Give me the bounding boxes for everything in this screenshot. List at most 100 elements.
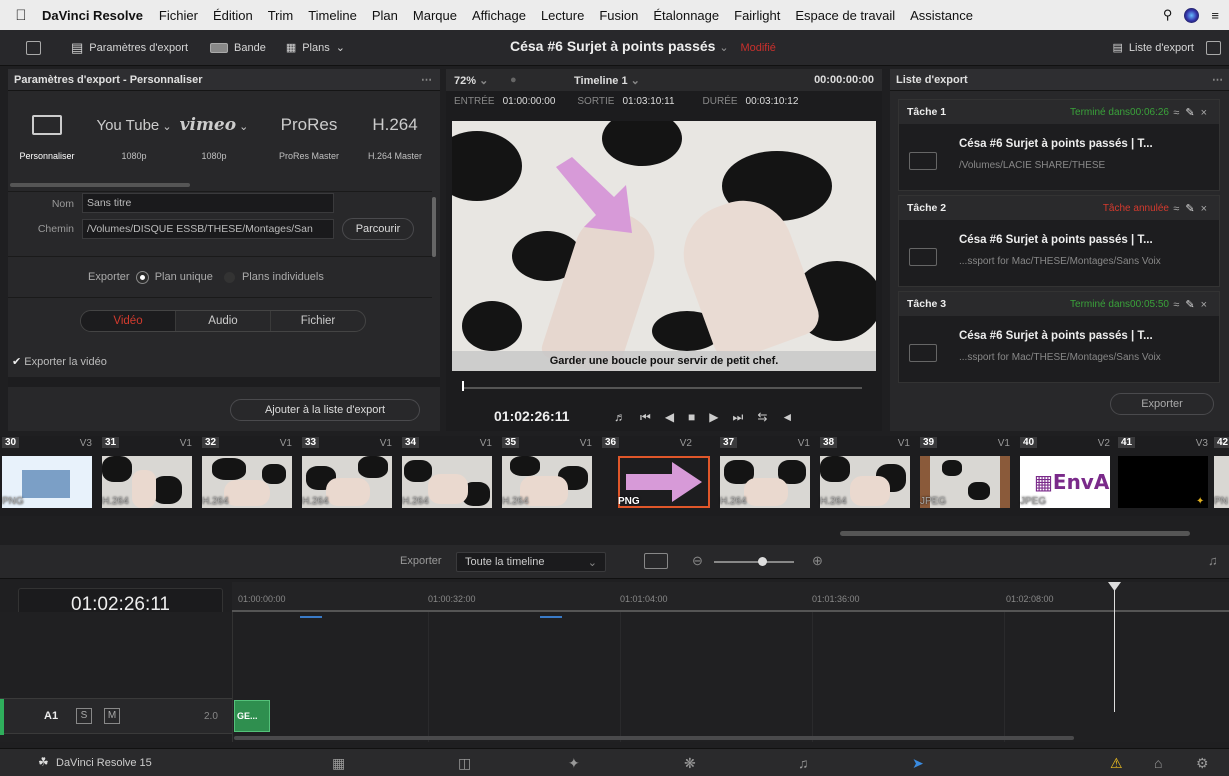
skip-end-icon[interactable]: ⏭	[733, 410, 744, 425]
menu-fairlight[interactable]: Fairlight	[734, 8, 780, 23]
siri-icon[interactable]	[1184, 7, 1200, 23]
settings-scrollbar[interactable]	[432, 197, 436, 257]
panel-toggle-right-icon[interactable]	[1206, 40, 1221, 55]
remote-icon[interactable]: ≈	[1173, 203, 1185, 215]
skip-start-icon[interactable]: ⏮	[640, 410, 651, 425]
play-icon[interactable]: ▶	[709, 410, 718, 425]
menu-etalonnage[interactable]: Étalonnage	[653, 8, 719, 23]
render-all-button[interactable]: Exporter	[1110, 393, 1214, 415]
thumbnail-view-icon[interactable]	[644, 553, 668, 569]
menu-timeline[interactable]: Timeline	[308, 8, 357, 23]
render-job[interactable]: Tâche 1 Terminé dans00:06:26 ≈✎× Césa #6…	[898, 99, 1220, 191]
clips-button[interactable]: ▦ Plans ⌄	[286, 41, 345, 55]
close-icon[interactable]: ×	[1201, 203, 1213, 215]
edit-pencil-icon[interactable]: ✎	[1185, 203, 1200, 215]
warning-icon[interactable]: ⚠	[1110, 755, 1123, 772]
menu-fichier[interactable]: Fichier	[159, 8, 198, 23]
clip-thumbnail[interactable]: 41 V3 ✦	[1116, 436, 1212, 516]
play-reverse-icon[interactable]: ◀	[665, 410, 674, 425]
app-menu[interactable]: DaVinci Resolve	[42, 8, 143, 23]
clip-thumbnail[interactable]: 42 PN	[1212, 436, 1229, 516]
menu-trim[interactable]: Trim	[268, 8, 294, 23]
apple-icon[interactable]: 	[0, 7, 42, 24]
zoom-select[interactable]: 72% ⌄	[454, 74, 488, 87]
render-job[interactable]: Tâche 2 Tâche annulée ≈✎× Césa #6 Surjet…	[898, 195, 1220, 287]
zoom-in-icon[interactable]: ⊕	[812, 553, 823, 569]
media-page-icon[interactable]: ▦	[332, 755, 345, 772]
gear-icon[interactable]: ⚙	[1196, 755, 1209, 772]
clip-thumbnail[interactable]: 37 V1 H.264	[718, 436, 814, 516]
fusion-page-icon[interactable]: ✦	[568, 755, 580, 772]
edit-pencil-icon[interactable]: ✎	[1185, 299, 1200, 311]
close-icon[interactable]: ×	[1201, 299, 1213, 311]
menu-espace-travail[interactable]: Espace de travail	[795, 8, 895, 23]
menu-affichage[interactable]: Affichage	[472, 8, 526, 23]
zoom-out-icon[interactable]: ⊖	[692, 553, 703, 569]
menu-fusion[interactable]: Fusion	[599, 8, 638, 23]
menu-plan[interactable]: Plan	[372, 8, 398, 23]
mute-button[interactable]: M	[104, 708, 120, 724]
deliver-page-icon[interactable]: ➤	[912, 755, 924, 772]
playhead-handle[interactable]	[462, 381, 464, 391]
name-field[interactable]: Sans titre	[82, 193, 334, 213]
scrubber-bar[interactable]	[462, 387, 862, 389]
preset-youtube[interactable]: You Tube ⌄ 1080p	[94, 115, 174, 161]
notification-center-icon[interactable]: ≡	[1211, 8, 1219, 23]
clip-thumbnail[interactable]: 38 V1 H.264	[818, 436, 914, 516]
mark-in-icon[interactable]: ◄	[781, 410, 793, 425]
search-icon[interactable]: ⚲	[1163, 7, 1173, 23]
timeline-tracks[interactable]: A1 S M 2.0 GE...	[0, 582, 1229, 742]
fairlight-page-icon[interactable]: ♫	[798, 755, 809, 771]
path-field[interactable]: /Volumes/DISQUE ESSB/THESE/Montages/San	[82, 219, 334, 239]
stop-icon[interactable]: ■	[688, 410, 695, 425]
more-options-icon[interactable]: ⋯	[421, 73, 432, 86]
clip-thumbnail[interactable]: 34 V1 H.264	[400, 436, 496, 516]
timeline-select[interactable]: Timeline 1 ⌄	[574, 74, 640, 87]
single-clip-radio[interactable]	[136, 271, 148, 283]
tab-file[interactable]: Fichier	[271, 311, 365, 331]
loop-icon[interactable]: ⇆	[757, 410, 767, 425]
checkbox-checked-icon[interactable]: ✔	[12, 356, 21, 368]
timeline-scrollbar[interactable]	[234, 736, 1074, 740]
add-to-queue-button[interactable]: Ajouter à la liste d'export	[230, 399, 420, 421]
preset-scrollbar[interactable]	[10, 183, 190, 187]
range-select[interactable]: Toute la timeline ⌄	[456, 552, 606, 572]
zoom-slider[interactable]	[714, 561, 794, 563]
more-options-icon[interactable]: ⋯	[1212, 73, 1223, 86]
zoom-slider-handle[interactable]	[758, 557, 767, 566]
audio-volume-icon[interactable]: ♬	[614, 410, 626, 425]
clip-thumbnail[interactable]: 31 V1 H.264	[100, 436, 196, 516]
export-settings-button[interactable]: ▤ Paramètres d'export	[71, 40, 188, 56]
preset-h264[interactable]: H.264 H.264 Master	[354, 115, 436, 161]
clip-thumbnail[interactable]: 30 V3 PNG	[0, 436, 96, 516]
menu-assistance[interactable]: Assistance	[910, 8, 973, 23]
clip-thumbnail[interactable]: 32 V1 H.264	[200, 436, 296, 516]
playhead[interactable]	[1114, 582, 1115, 712]
clip-thumbnail[interactable]: 33 V1 H.264	[300, 436, 396, 516]
export-list-button[interactable]: ▤ Liste d'export	[1113, 41, 1195, 55]
clip-thumbnail[interactable]: 40 V2 ▦EnvA JPEG	[1018, 436, 1114, 516]
clip-thumbnail[interactable]: 35 V1 H.264	[500, 436, 596, 516]
edit-page-icon[interactable]: ◫	[458, 755, 471, 772]
menu-lecture[interactable]: Lecture	[541, 8, 584, 23]
panel-toggle-icon[interactable]	[26, 40, 41, 55]
menu-marque[interactable]: Marque	[413, 8, 457, 23]
render-job[interactable]: Tâche 3 Terminé dans00:05:50 ≈✎× Césa #6…	[898, 291, 1220, 383]
remote-icon[interactable]: ≈	[1173, 299, 1185, 311]
tape-button[interactable]: Bande	[210, 42, 266, 54]
clip-thumbnail[interactable]: 39 V1 JPEG	[918, 436, 1014, 516]
close-icon[interactable]: ×	[1201, 107, 1213, 119]
preset-custom[interactable]: Personnaliser	[16, 115, 78, 161]
menu-edition[interactable]: Édition	[213, 8, 253, 23]
solo-button[interactable]: S	[76, 708, 92, 724]
individual-clips-radio[interactable]	[223, 271, 235, 283]
clips-scrollbar[interactable]	[840, 531, 1190, 536]
home-icon[interactable]: ⌂	[1154, 755, 1162, 771]
color-page-icon[interactable]: ❋	[684, 755, 696, 772]
tab-audio[interactable]: Audio	[176, 311, 271, 331]
preset-vimeo[interactable]: vimeo ⌄ 1080p	[174, 115, 254, 161]
music-note-icon[interactable]: ♫	[1208, 553, 1218, 568]
chevron-down-icon[interactable]: ⌄	[719, 42, 728, 54]
audio-clip[interactable]: GE...	[234, 700, 270, 732]
preset-prores[interactable]: ProRes ProRes Master	[266, 115, 352, 161]
